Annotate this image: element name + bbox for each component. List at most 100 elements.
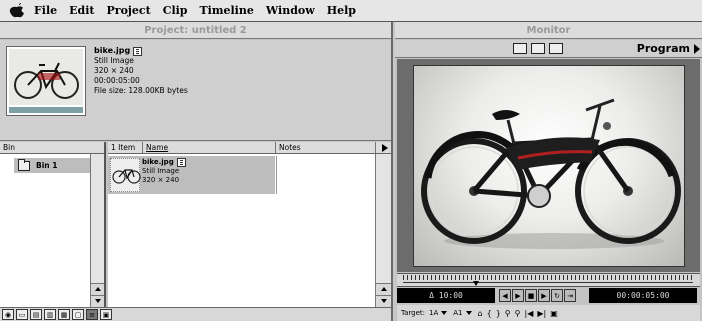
program-video-frame — [413, 65, 685, 267]
go-to-in-icon[interactable]: |◀ — [525, 309, 534, 318]
monitor-window: Monitor Program Δ 10:00 ◀ ▶ ■ ▶ ↻ ⇥ 00:0… — [395, 22, 702, 321]
project-title: Project: untitled 2 — [144, 24, 247, 36]
menu-help[interactable]: Help — [327, 4, 356, 17]
new-bin-icon[interactable]: ▭ — [16, 309, 28, 320]
list-header: 1 Item Name Notes — [108, 142, 391, 154]
apple-icon[interactable] — [8, 2, 26, 19]
new-item-icon[interactable]: ▤ — [30, 309, 42, 320]
current-timecode[interactable]: 00:00:05:00 — [589, 288, 697, 303]
program-timeline-ruler[interactable] — [397, 273, 700, 287]
menu-clip[interactable]: Clip — [163, 4, 188, 17]
bike-thumbnail-image — [9, 49, 83, 105]
step-back-icon[interactable]: ◀ — [499, 289, 511, 302]
clip-type: Still Image — [94, 56, 134, 65]
playhead-marker[interactable] — [472, 281, 479, 286]
trim-view-icon[interactable] — [549, 43, 563, 54]
preview-timeline-strip — [9, 107, 83, 113]
video-target-value: 1A — [429, 309, 439, 317]
lift-icon[interactable]: ⌂ — [478, 309, 483, 318]
chevron-down-icon — [94, 299, 101, 303]
ruler-line — [403, 282, 693, 283]
chevron-down-icon — [441, 311, 448, 315]
target-bar: Target: 1A A1 ⌂ { } ⚲ ⚲ |◀ ▶| ▣ — [397, 305, 700, 321]
binoculars-icon[interactable]: ◉ — [2, 309, 14, 320]
menu-bar: File Edit Project Clip Timeline Window H… — [0, 0, 702, 22]
storyboard-view-icon[interactable]: ▣ — [100, 309, 112, 320]
clip-info: bike.jpg Still Image 320 × 240 00:00:05:… — [94, 46, 188, 96]
chevron-up-icon — [94, 287, 101, 291]
video-target-select[interactable]: 1A — [429, 309, 448, 317]
stop-icon[interactable]: ■ — [525, 289, 537, 302]
mark-out-icon[interactable]: } — [496, 309, 501, 318]
loop-icon[interactable]: ↻ — [551, 289, 563, 302]
bin-item-label: Bin 1 — [36, 161, 58, 170]
bin-header[interactable]: Bin — [0, 142, 104, 154]
ruler-ticks — [403, 275, 693, 280]
column-notes[interactable]: Notes — [279, 142, 301, 153]
folder-icon — [18, 158, 30, 171]
transport-controls: Δ 10:00 ◀ ▶ ■ ▶ ↻ ⇥ 00:00:05:00 — [397, 288, 700, 304]
monitor-toolbar: Program — [395, 40, 702, 58]
clip-row[interactable]: bike.jpg Still Image 320 × 240 — [108, 156, 275, 194]
list-scroll-up[interactable] — [376, 283, 391, 295]
bin-scroll-down[interactable] — [91, 295, 104, 307]
clip-file-size: File size: 128.00KB bytes — [94, 86, 188, 95]
dual-view-icon[interactable] — [513, 43, 527, 54]
item-count: 1 Item — [111, 143, 136, 152]
thumbnail-view-icon[interactable]: ▢ — [72, 309, 84, 320]
list-menu-arrow-icon[interactable] — [382, 144, 388, 152]
duration-timecode[interactable]: Δ 10:00 — [397, 288, 495, 303]
trash-icon[interactable]: ▥ — [44, 309, 56, 320]
go-to-out-icon[interactable]: ▶| — [537, 309, 546, 318]
target-label: Target: — [401, 309, 426, 317]
audio-target-select[interactable]: A1 — [453, 309, 472, 317]
monitor-menu-arrow-icon[interactable] — [694, 44, 700, 54]
clip-row-info: bike.jpg Still Image 320 × 240 — [142, 158, 186, 184]
mark-in-icon[interactable]: { — [487, 309, 492, 318]
audio-target-value: A1 — [453, 309, 463, 317]
bin-scrollbar[interactable] — [90, 154, 104, 307]
clip-row-type: Still Image — [142, 167, 180, 175]
clip-list-pane: 1 Item Name Notes bike.jpg Still Image 3… — [108, 142, 391, 307]
frame-icon[interactable]: ▣ — [550, 309, 558, 318]
bin-scroll-up[interactable] — [91, 283, 104, 295]
clip-dimensions: 320 × 240 — [94, 66, 134, 75]
extract-icon[interactable]: ⚲ — [505, 309, 511, 318]
list-scroll-down[interactable] — [376, 295, 391, 307]
clip-row-dimensions: 320 × 240 — [142, 175, 180, 184]
list-scrollbar[interactable] — [375, 154, 391, 307]
clip-name: bike.jpg — [94, 46, 131, 55]
icon-view-icon[interactable]: ▦ — [58, 309, 70, 320]
bin-item[interactable]: Bin 1 — [14, 158, 98, 173]
clip-duration: 00:00:05:00 — [94, 76, 140, 85]
clip-row-name: bike.jpg — [142, 158, 174, 167]
menu-file[interactable]: File — [34, 4, 57, 17]
menu-timeline[interactable]: Timeline — [200, 4, 254, 17]
program-video-area — [397, 59, 700, 272]
program-view-label: Program — [636, 42, 690, 55]
clip-notes-cell[interactable] — [276, 156, 375, 194]
project-titlebar[interactable]: Project: untitled 2 — [0, 22, 391, 39]
menu-window[interactable]: Window — [266, 4, 315, 17]
play-in-out-icon[interactable]: ⇥ — [564, 289, 576, 302]
still-image-icon — [176, 158, 186, 167]
bin-pane: Bin Bin 1 — [0, 142, 106, 307]
play-icon[interactable]: ▶ — [538, 289, 550, 302]
step-forward-icon[interactable]: ▶ — [512, 289, 524, 302]
bicycle-image — [421, 98, 681, 249]
clip-row-thumbnail — [110, 158, 141, 192]
menu-project[interactable]: Project — [107, 4, 151, 17]
list-view-icon[interactable]: ≡ — [86, 309, 98, 320]
clip-preview-area: bike.jpg Still Image 320 × 240 00:00:05:… — [0, 40, 391, 141]
project-toolbar: ◉ ▭ ▤ ▥ ▦ ▢ ≡ ▣ — [0, 307, 391, 321]
preview-thumbnail[interactable] — [6, 46, 86, 116]
menu-edit[interactable]: Edit — [69, 4, 94, 17]
single-view-icon[interactable] — [531, 43, 545, 54]
overlay-icon[interactable]: ⚲ — [515, 309, 521, 318]
chevron-down-icon — [380, 299, 387, 303]
chevron-down-icon — [465, 311, 472, 315]
monitor-title: Monitor — [526, 24, 571, 36]
monitor-titlebar[interactable]: Monitor — [395, 22, 702, 39]
chevron-up-icon — [380, 287, 387, 291]
column-name[interactable]: Name — [146, 142, 168, 153]
